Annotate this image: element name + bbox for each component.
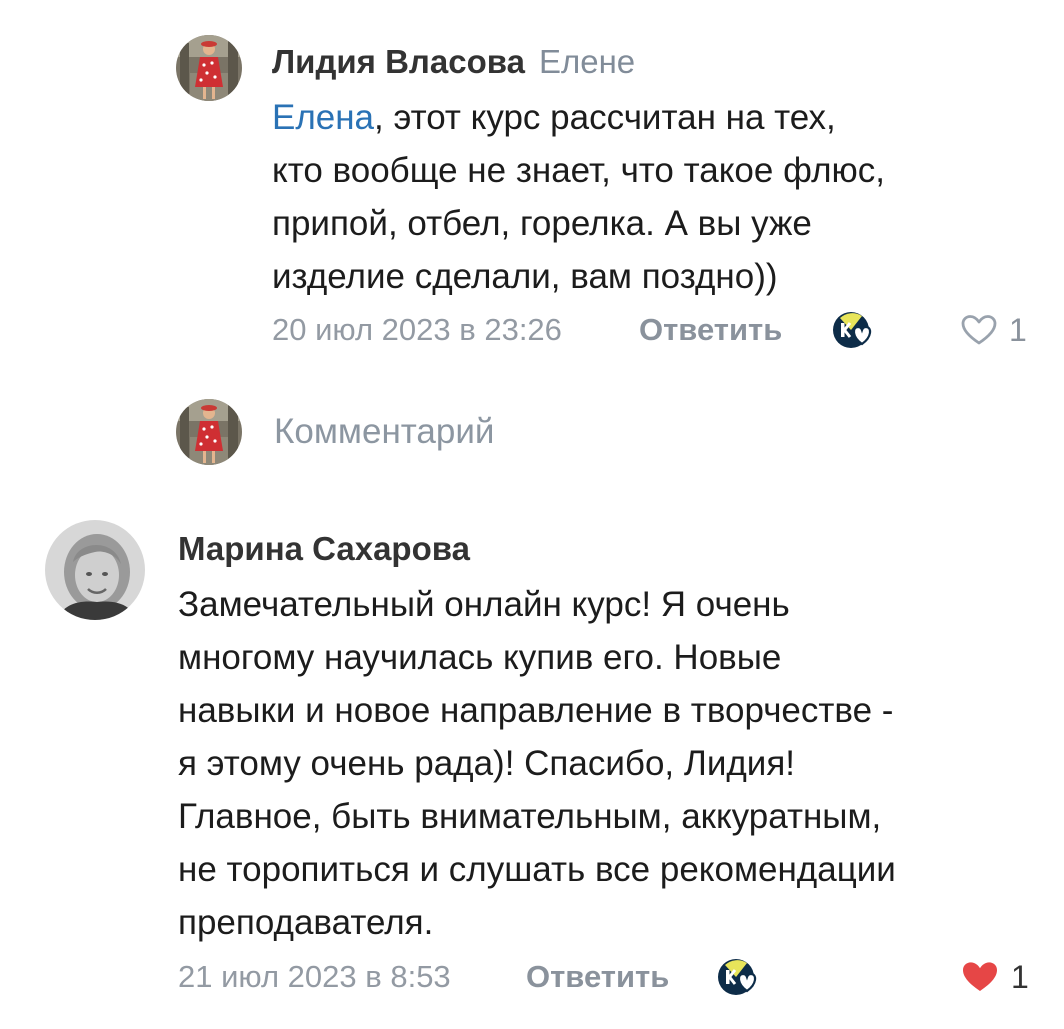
text-line: многому научилась купив его. Новые bbox=[178, 638, 782, 677]
mention-link[interactable]: Елена bbox=[272, 98, 374, 137]
comment-input[interactable]: Комментарий bbox=[274, 410, 494, 454]
text-line: Замечательный онлайн курс! Я очень bbox=[178, 585, 790, 624]
reply-to-name[interactable]: Елене bbox=[539, 43, 635, 80]
author-name[interactable]: Лидия Власова bbox=[272, 43, 525, 80]
comment-date[interactable]: 20 июл 2023 в 23:26 bbox=[272, 310, 562, 350]
like-count: 1 bbox=[1011, 959, 1029, 995]
avatar-marina[interactable] bbox=[45, 520, 145, 620]
reply-button[interactable]: Ответить bbox=[639, 310, 782, 350]
reaction-picker-icon[interactable] bbox=[832, 310, 878, 350]
like-count: 1 bbox=[1009, 312, 1027, 348]
text-line: Елена, этот курс рассчитан на тех, bbox=[272, 98, 836, 137]
avatar-lidia[interactable] bbox=[176, 35, 242, 101]
text-line: Главное, быть внимательным, аккуратным, bbox=[178, 797, 882, 836]
avatar-current-user bbox=[176, 399, 242, 465]
reply-button[interactable]: Ответить bbox=[526, 957, 669, 997]
text-line: припой, отбел, горелка. А вы уже bbox=[272, 204, 812, 243]
text-line: не торопиться и слушать все рекомендации bbox=[178, 850, 896, 889]
like-button[interactable]: 1 bbox=[961, 310, 1027, 350]
text-line: преподавателя. bbox=[178, 903, 434, 942]
comment-author[interactable]: Марина Сахарова bbox=[178, 529, 470, 569]
text-line: кто вообще не знает, что такое флюс, bbox=[272, 151, 886, 190]
reply-author-line: Лидия Власова Елене bbox=[272, 42, 635, 82]
like-button[interactable]: 1 bbox=[961, 957, 1029, 997]
reaction-picker-icon[interactable] bbox=[717, 957, 763, 997]
heart-filled-icon bbox=[963, 962, 997, 991]
reply-text: Елена, этот курс рассчитан на тех, кто в… bbox=[272, 91, 885, 303]
heart-outline-icon bbox=[961, 315, 997, 345]
text-line: навыки и новое направление в творчестве … bbox=[178, 691, 894, 730]
text-line: изделие сделали, вам поздно)) bbox=[272, 257, 778, 296]
comment-date[interactable]: 21 июл 2023 в 8:53 bbox=[178, 957, 451, 997]
text-line: я этому очень рада)! Спасибо, Лидия! bbox=[178, 744, 796, 783]
comment-text: Замечательный онлайн курс! Я очень много… bbox=[178, 578, 896, 949]
